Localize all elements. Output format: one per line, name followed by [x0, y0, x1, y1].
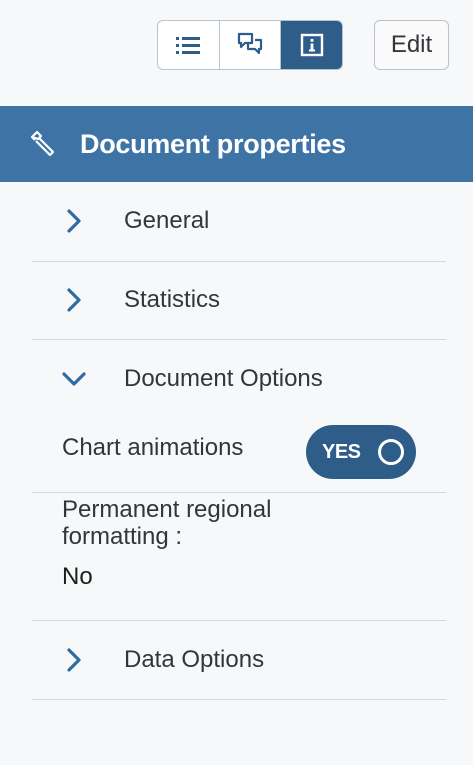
chevron-down-icon: [60, 365, 88, 393]
wrench-icon: [30, 130, 55, 157]
document-properties-header: Document properties: [0, 106, 473, 182]
regional-formatting-label: Permanent regional formatting :: [62, 496, 272, 550]
toggle-knob: [378, 439, 404, 465]
info-view-button[interactable]: [281, 21, 342, 69]
view-switcher: [157, 20, 343, 70]
list-view-button[interactable]: [158, 21, 220, 69]
chevron-right-icon: [60, 286, 88, 314]
section-label: General: [124, 207, 210, 234]
section-document-options[interactable]: Document Options: [32, 340, 446, 418]
info-icon: [300, 33, 323, 57]
chart-animations-toggle[interactable]: YES: [306, 425, 416, 479]
divider: [32, 699, 446, 700]
divider: [32, 492, 446, 493]
section-label: Statistics: [124, 286, 221, 313]
panel-title: Document properties: [80, 128, 346, 159]
section-label: Data Options: [124, 646, 265, 673]
chart-animations-label: Chart animations: [62, 434, 244, 461]
section-label: Document Options: [124, 365, 323, 392]
section-data-options[interactable]: Data Options: [32, 621, 446, 699]
toggle-text: YES: [322, 440, 361, 463]
list-icon: [176, 37, 201, 54]
regional-formatting-value: No: [62, 563, 93, 590]
edit-button[interactable]: Edit: [374, 20, 449, 70]
section-statistics[interactable]: Statistics: [32, 261, 446, 339]
chevron-right-icon: [60, 207, 88, 235]
comments-view-button[interactable]: [220, 21, 282, 69]
comments-icon: [237, 32, 263, 55]
section-general[interactable]: General: [32, 182, 446, 260]
chevron-right-icon: [60, 646, 88, 674]
top-toolbar: Edit: [0, 0, 473, 106]
